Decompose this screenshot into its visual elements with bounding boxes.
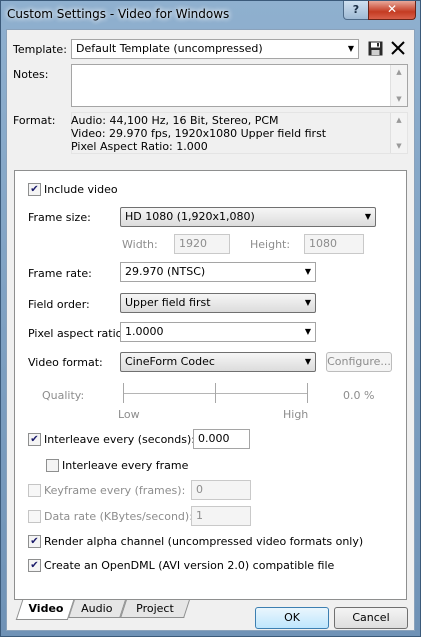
quality-high-label: High (283, 408, 309, 421)
quality-value: 0.0 % (343, 389, 375, 402)
video-format-value: CineForm Codec (125, 355, 215, 368)
save-icon[interactable] (368, 41, 383, 56)
quality-label: Quality: (42, 389, 85, 402)
scroll-down-icon[interactable]: ▼ (391, 142, 407, 150)
opendml-label[interactable]: Create an OpenDML (AVI version 2.0) comp… (44, 559, 334, 572)
help-button[interactable]: ? (343, 1, 369, 20)
field-order-dropdown[interactable]: Upper field first ▼ (120, 293, 316, 313)
window-title: Custom Settings - Video for Windows (7, 7, 230, 21)
scroll-up-icon[interactable]: ▲ (391, 116, 407, 124)
frame-size-label: Frame size: (28, 211, 91, 224)
format-line-audio: Audio: 44,100 Hz, 16 Bit, Stereo, PCM (71, 114, 279, 127)
notes-scrollbar[interactable]: ▲ ▼ (390, 65, 407, 106)
tab-audio-label: Audio (81, 602, 113, 615)
tab-project[interactable]: Project (120, 600, 190, 618)
notes-textarea[interactable]: ▲ ▼ (71, 64, 408, 107)
frame-rate-label: Frame rate: (28, 267, 92, 280)
scroll-down-icon[interactable]: ▼ (391, 95, 407, 103)
frame-size-dropdown[interactable]: HD 1080 (1,920x1,080) ▼ (120, 207, 376, 227)
close-button[interactable]: ✕ (368, 1, 416, 20)
chevron-down-icon: ▼ (304, 298, 311, 307)
quality-tick (215, 383, 216, 403)
quality-tick (123, 383, 124, 403)
scroll-up-icon[interactable]: ▲ (391, 68, 407, 76)
title-bar[interactable]: Custom Settings - Video for Windows ? ✕ (1, 1, 420, 29)
field-order-value: Upper field first (125, 296, 211, 309)
pixel-aspect-label: Pixel aspect ratio: (28, 327, 127, 340)
interleave-seconds-checkbox[interactable]: ✔ (28, 433, 41, 446)
notes-label: Notes: (13, 68, 49, 81)
configure-button[interactable]: Configure... (326, 352, 392, 372)
quality-tick (307, 383, 308, 403)
format-label: Format: (13, 114, 56, 127)
tab-video[interactable]: Video (15, 600, 75, 620)
interleave-seconds-label[interactable]: Interleave every (seconds): (44, 433, 195, 446)
template-value: Default Template (uncompressed) (76, 42, 263, 55)
field-order-label: Field order: (28, 298, 90, 311)
format-summary: Audio: 44,100 Hz, 16 Bit, Stereo, PCM Vi… (71, 114, 326, 153)
data-rate-checkbox[interactable] (28, 510, 41, 523)
include-video-checkbox[interactable]: ✔ (28, 183, 41, 196)
interleave-seconds-field[interactable]: 0.000 (193, 429, 250, 449)
format-line-par: Pixel Aspect Ratio: 1.000 (71, 140, 208, 153)
template-label: Template: (13, 43, 67, 56)
height-label: Height: (250, 238, 291, 251)
video-tab-panel: ✔ Include video Frame size: HD 1080 (1,9… (14, 170, 407, 600)
chevron-down-icon: ▼ (364, 212, 371, 221)
frame-rate-combo[interactable]: 29.970 (NTSC) ▼ (120, 262, 316, 282)
pixel-aspect-combo[interactable]: 1.0000 ▼ (120, 322, 316, 342)
data-rate-label: Data rate (KBytes/second): (44, 510, 193, 523)
cancel-button[interactable]: Cancel (334, 607, 408, 629)
opendml-checkbox[interactable]: ✔ (28, 559, 41, 572)
delete-icon[interactable] (391, 41, 405, 55)
dialog-body: Template: Default Template (uncompressed… (6, 29, 415, 631)
chevron-down-icon: ▼ (304, 327, 311, 336)
tab-audio[interactable]: Audio (68, 600, 126, 618)
format-line-video: Video: 29.970 fps, 1920x1080 Upper field… (71, 127, 327, 140)
template-dropdown[interactable]: Default Template (uncompressed) ▼ (71, 39, 359, 59)
format-scrollbar[interactable]: ▲ ▼ (390, 113, 407, 153)
chevron-down-icon: ▼ (347, 44, 354, 53)
ok-button[interactable]: OK (255, 607, 329, 629)
keyframe-field[interactable]: 0 (191, 480, 251, 500)
width-field[interactable]: 1920 (174, 234, 230, 254)
video-format-label: Video format: (28, 356, 103, 369)
include-video-label[interactable]: Include video (44, 183, 118, 196)
keyframe-label: Keyframe every (frames): (44, 484, 186, 497)
data-rate-field[interactable]: 1 (191, 506, 251, 526)
chevron-down-icon: ▼ (304, 267, 311, 276)
pixel-aspect-value: 1.0000 (125, 325, 164, 338)
frame-rate-value: 29.970 (NTSC) (125, 265, 206, 278)
quality-low-label: Low (118, 408, 140, 421)
dialog-window: Custom Settings - Video for Windows ? ✕ … (0, 0, 421, 637)
render-alpha-label[interactable]: Render alpha channel (uncompressed video… (44, 535, 363, 548)
height-field[interactable]: 1080 (304, 234, 364, 254)
keyframe-checkbox[interactable] (28, 484, 41, 497)
render-alpha-checkbox[interactable]: ✔ (28, 535, 41, 548)
chevron-down-icon: ▼ (304, 357, 311, 366)
video-format-dropdown[interactable]: CineForm Codec ▼ (120, 352, 316, 372)
width-label: Width: (122, 238, 158, 251)
interleave-frame-checkbox[interactable] (46, 459, 59, 472)
frame-size-value: HD 1080 (1,920x1,080) (125, 210, 255, 223)
tab-video-label: Video (27, 602, 63, 615)
tab-project-label: Project (136, 602, 174, 615)
interleave-frame-label[interactable]: Interleave every frame (62, 459, 188, 472)
